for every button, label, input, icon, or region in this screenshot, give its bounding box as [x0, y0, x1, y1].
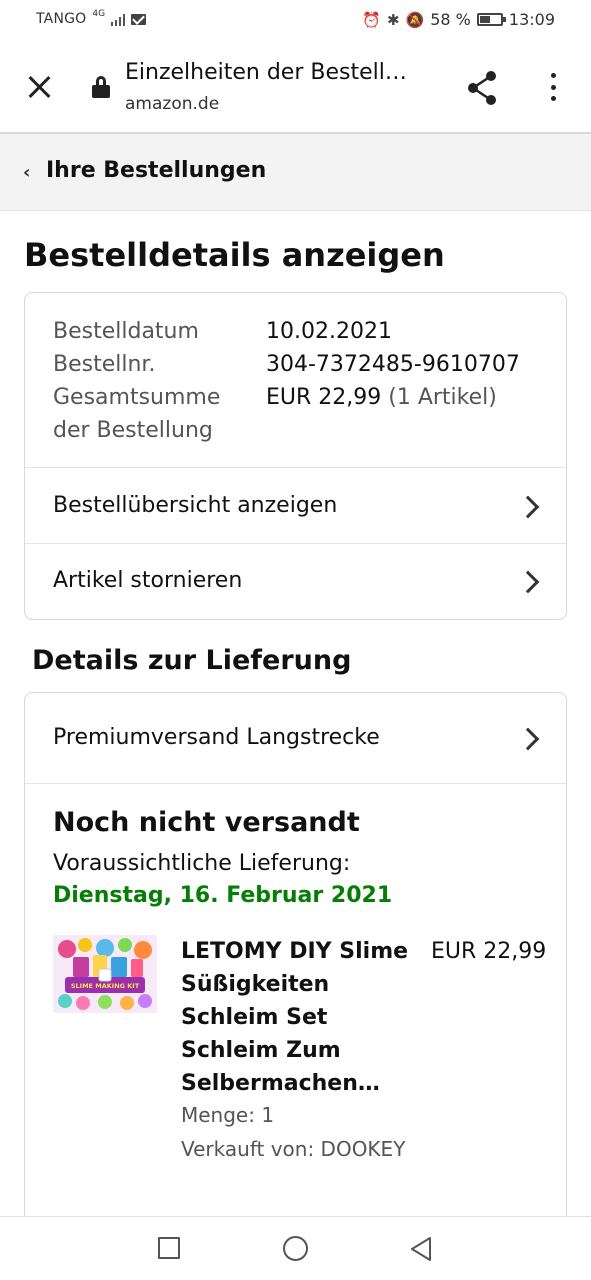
signal-icon: [111, 12, 126, 26]
breadcrumb-label[interactable]: Ihre Bestellungen: [46, 158, 266, 183]
bluetooth-icon: ✱: [386, 10, 400, 29]
chevron-right-icon: [516, 727, 540, 751]
chevron-left-icon: ‹: [23, 162, 31, 183]
order-total-value: EUR 22,99 (1 Artikel): [266, 381, 497, 414]
network-type: 4G: [92, 9, 106, 19]
view-order-summary-row[interactable]: Bestellübersicht anzeigen: [25, 468, 566, 543]
order-total-label-line2: der Bestellung: [53, 418, 213, 443]
close-icon[interactable]: [24, 72, 54, 102]
product-quantity: Menge: 1: [181, 1103, 275, 1127]
shipment-status: Noch nicht versandt: [53, 807, 360, 838]
share-icon[interactable]: [464, 68, 500, 108]
status-bar-left: TANGO 4G: [36, 9, 147, 27]
order-number-label: Bestellnr.: [53, 352, 156, 377]
tab-title: Einzelheiten der Bestell…: [125, 60, 407, 85]
lock-icon: [92, 76, 110, 98]
recents-square-icon[interactable]: [158, 1237, 180, 1259]
order-date-label: Bestelldatum: [53, 319, 199, 344]
chevron-right-icon: [516, 570, 540, 594]
chevron-right-icon: [516, 495, 540, 519]
order-items-count: (1 Artikel): [388, 385, 497, 410]
more-vert-icon[interactable]: [543, 70, 563, 104]
system-nav-bar: [0, 1216, 591, 1280]
cancel-items-label: Artikel stornieren: [53, 568, 243, 593]
order-total-amount: EUR 22,99: [266, 385, 382, 410]
expected-delivery-date: Dienstag, 16. Februar 2021: [53, 883, 393, 908]
shipping-method-row[interactable]: Premiumversand Langstrecke: [25, 693, 566, 783]
product-image-caption: SLIME MAKING KIT: [71, 982, 140, 990]
product-title-link[interactable]: LETOMY DIY Slime Süßigkeiten Schleim Set…: [181, 935, 411, 1100]
status-bar-right: ⏰ ✱ 🔕 58 % 13:09: [362, 10, 555, 29]
divider: [25, 783, 566, 784]
expected-delivery-label: Voraussichtliche Lieferung:: [53, 851, 351, 876]
order-total-label: Gesamtsumme der Bestellung: [53, 381, 220, 447]
status-bar: TANGO 4G ⏰ ✱ 🔕 58 % 13:09: [0, 0, 591, 42]
product-seller: Verkauft von: DOOKEY: [181, 1137, 406, 1161]
battery-fill: [479, 16, 490, 23]
order-total-label-line1: Gesamtsumme: [53, 385, 221, 410]
alarm-icon: ⏰: [362, 10, 381, 29]
view-order-summary-label: Bestellübersicht anzeigen: [53, 493, 338, 518]
order-date-value: 10.02.2021: [266, 319, 392, 344]
order-number-value: 304-7372485-9610707: [266, 352, 520, 377]
battery-icon: [476, 13, 506, 26]
cancel-items-row[interactable]: Artikel stornieren: [25, 544, 566, 619]
shipping-method-label: Premiumversand Langstrecke: [53, 725, 380, 750]
delivery-heading: Details zur Lieferung: [32, 645, 352, 676]
mute-icon: 🔕: [405, 10, 425, 29]
product-image[interactable]: SLIME MAKING KIT: [53, 935, 157, 1013]
tab-domain: amazon.de: [125, 94, 220, 114]
browser-toolbar: Einzelheiten der Bestell… amazon.de: [0, 42, 591, 134]
battery-percent: 58 %: [430, 10, 471, 29]
mail-icon: [131, 13, 147, 25]
product-price: EUR 22,99: [431, 939, 547, 964]
carrier-name: TANGO: [36, 11, 87, 27]
delivery-card: Premiumversand Langstrecke Noch nicht ve…: [24, 692, 567, 1232]
breadcrumb[interactable]: ‹ Ihre Bestellungen: [0, 134, 591, 211]
home-circle-icon[interactable]: [283, 1236, 308, 1261]
page-title: Bestelldetails anzeigen: [24, 236, 445, 274]
order-info-card: Bestelldatum 10.02.2021 Bestellnr. 304-7…: [24, 292, 567, 620]
back-triangle-icon[interactable]: [408, 1235, 434, 1263]
clock: 13:09: [508, 10, 555, 29]
